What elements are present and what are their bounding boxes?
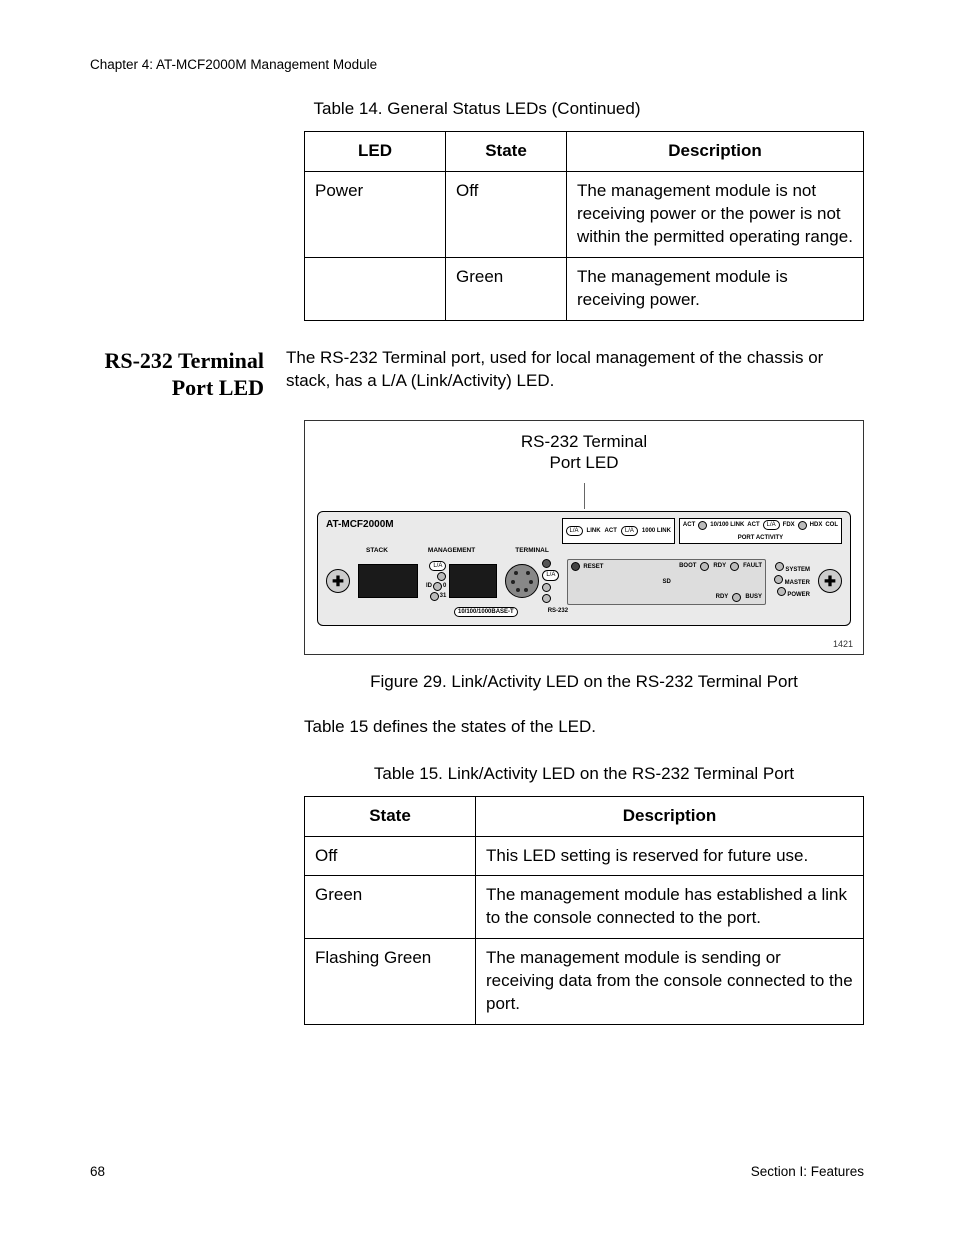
table-row: Green The management module has establis… <box>305 876 864 939</box>
management-port-group: L/A ID0 31 <box>426 561 497 601</box>
cell-state: Flashing Green <box>305 939 476 1025</box>
led-icon <box>774 575 783 584</box>
status-led-column: SYSTEM MASTER POWER <box>774 562 810 599</box>
la-icon: L/A <box>566 526 583 536</box>
led-icon <box>433 582 442 591</box>
terminal-port-group: L/A <box>505 559 559 602</box>
table-row: Flashing Green The management module is … <box>305 939 864 1025</box>
reset-sd-panel: RESET BOOTRDYFAULT SD RDYBUSY <box>567 559 766 604</box>
table-row: Power Off The management module is not r… <box>305 172 864 258</box>
led-icon <box>430 592 439 601</box>
rs232-label: RS-232 <box>548 607 568 617</box>
cell-desc: The management module is sending or rece… <box>476 939 864 1025</box>
callout-line2: Port LED <box>550 453 619 472</box>
la-icon: L/A <box>763 520 780 530</box>
screw-icon: ✚ <box>326 569 350 593</box>
led-icon <box>700 562 709 571</box>
la-icon: L/A <box>621 526 638 536</box>
rj45-port-icon <box>358 564 418 598</box>
figure29-caption: Figure 29. Link/Activity LED on the RS-2… <box>304 671 864 694</box>
led-icon <box>798 521 807 530</box>
screw-icon: ✚ <box>818 569 842 593</box>
table15: State Description Off This LED setting i… <box>304 796 864 1026</box>
din-connector-icon <box>505 564 539 598</box>
table15-caption: Table 15. Link/Activity LED on the RS-23… <box>304 763 864 786</box>
led-icon <box>775 562 784 571</box>
cell-desc: The management module is not receiving p… <box>567 172 864 258</box>
device-model-label: AT-MCF2000M <box>326 518 394 532</box>
led-icon <box>730 562 739 571</box>
table14: LED State Description Power Off The mana… <box>304 131 864 321</box>
section-label-terminal: TERMINAL <box>515 547 549 556</box>
body-paragraph: Table 15 defines the states of the LED. <box>304 716 864 739</box>
section-label-stack: STACK <box>366 547 388 556</box>
cell-state: Green <box>446 257 567 320</box>
cell-led <box>305 257 446 320</box>
table14-col-desc: Description <box>567 132 864 172</box>
chapter-header: Chapter 4: AT-MCF2000M Management Module <box>90 56 864 74</box>
figure-callout: RS-232 Terminal Port LED <box>317 431 851 474</box>
reset-button-icon <box>571 562 580 571</box>
page-number: 68 <box>90 1163 105 1181</box>
callout-line1: RS-232 Terminal <box>521 432 647 451</box>
table-row: Off This LED setting is reserved for fut… <box>305 836 864 876</box>
table-row: Green The management module is receiving… <box>305 257 864 320</box>
led-icon <box>437 572 446 581</box>
cell-desc: The management module has established a … <box>476 876 864 939</box>
led-icon <box>542 583 551 592</box>
led-icon <box>698 521 707 530</box>
footer-section: Section I: Features <box>751 1163 864 1181</box>
led-icon <box>777 587 786 596</box>
table14-col-led: LED <box>305 132 446 172</box>
rj45-port-icon <box>449 564 497 598</box>
table14-col-state: State <box>446 132 567 172</box>
legend-box-2: ACT 10/100 LINK ACT L/A FDX HDX COL PORT… <box>679 518 842 544</box>
cell-led: Power <box>305 172 446 258</box>
cell-desc: The management module is receiving power… <box>567 257 864 320</box>
legend-box-1: L/A LINK ACT L/A 1000 LINK <box>562 518 675 544</box>
cell-desc: This LED setting is reserved for future … <box>476 836 864 876</box>
cell-state: Green <box>305 876 476 939</box>
figure29: RS-232 Terminal Port LED AT-MCF2000M L/A… <box>304 420 864 694</box>
led-icon <box>542 559 551 568</box>
la-icon: L/A <box>429 561 446 571</box>
stack-port-group <box>358 564 418 598</box>
figure-id: 1421 <box>833 638 853 650</box>
la-icon: L/A <box>542 570 559 580</box>
led-icon <box>732 593 741 602</box>
table14-caption: Table 14. General Status LEDs (Continued… <box>90 98 864 121</box>
cell-state: Off <box>305 836 476 876</box>
callout-leader-line <box>584 483 585 509</box>
table15-col-state: State <box>305 796 476 836</box>
device-faceplate: AT-MCF2000M L/A LINK ACT L/A 1000 LINK A… <box>317 511 851 625</box>
base-t-label: 10/100/1000BASE-T <box>454 607 518 617</box>
led-icon <box>542 594 551 603</box>
table15-col-desc: Description <box>476 796 864 836</box>
section-label-management: MANAGEMENT <box>428 547 475 556</box>
section-intro: The RS-232 Terminal port, used for local… <box>286 347 864 402</box>
cell-state: Off <box>446 172 567 258</box>
section-heading: RS-232 Terminal Port LED <box>90 347 264 402</box>
